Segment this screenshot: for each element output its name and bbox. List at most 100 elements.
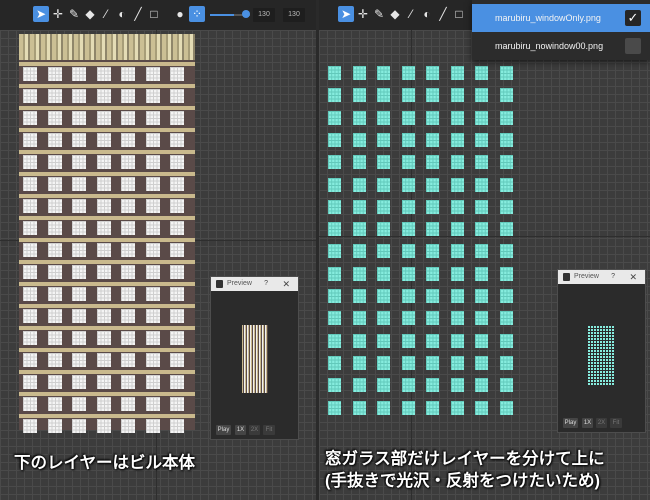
height-field[interactable]: 130 xyxy=(283,8,305,22)
building-window xyxy=(145,111,160,125)
glass-window xyxy=(450,155,464,170)
building-window xyxy=(72,287,86,301)
glass-window xyxy=(426,177,439,192)
glass-window xyxy=(377,244,390,259)
help-icon[interactable]: ? xyxy=(264,277,268,291)
help-icon[interactable]: ? xyxy=(611,270,615,284)
fill-icon[interactable]: ◐ xyxy=(114,6,130,22)
floor-beam xyxy=(19,216,195,220)
glass-window xyxy=(352,289,366,303)
fit-button[interactable]: Fit xyxy=(610,418,622,428)
move-icon[interactable]: ✛ xyxy=(355,6,371,22)
glass-window xyxy=(352,155,366,170)
building-window xyxy=(72,397,86,411)
floor-beam xyxy=(19,62,195,66)
building-window xyxy=(170,397,184,411)
line-icon[interactable]: ╱ xyxy=(130,6,146,22)
dither-icon[interactable]: ⁘ xyxy=(189,6,205,22)
line-icon[interactable]: ╱ xyxy=(435,6,451,22)
file-item-window-only[interactable]: marubiru_windowOnly.png ✓ xyxy=(472,4,650,32)
preview-titlebar[interactable]: Preview ? ✕ xyxy=(558,270,645,284)
building-window xyxy=(72,331,86,345)
file-name: marubiru_windowOnly.png xyxy=(495,13,601,23)
caption-right-line2: (手抜きで光沢・反射をつけたいため) xyxy=(325,472,600,490)
building-sprite xyxy=(19,34,195,433)
building-window xyxy=(72,243,86,257)
building-window xyxy=(72,199,86,213)
preview-titlebar[interactable]: Preview ? ✕ xyxy=(211,277,298,291)
pointer-icon[interactable]: ➤ xyxy=(338,6,354,22)
scale-2x-button[interactable]: 2X xyxy=(249,425,260,435)
zoom-slider-knob[interactable] xyxy=(242,10,250,18)
glass-window xyxy=(401,266,415,281)
circle-icon[interactable]: ● xyxy=(172,6,188,22)
glass-window xyxy=(426,355,439,370)
building-window xyxy=(145,243,160,257)
scale-1x-button[interactable]: 1X xyxy=(582,418,593,428)
play-button[interactable]: Play xyxy=(216,425,231,435)
building-window xyxy=(121,309,135,323)
glass-window xyxy=(377,355,390,370)
building-window xyxy=(47,133,62,147)
width-field[interactable]: 130 xyxy=(253,8,275,22)
floor-beam xyxy=(19,260,195,264)
eraser-icon[interactable]: ◆ xyxy=(82,6,98,22)
eraser-icon[interactable]: ◆ xyxy=(387,6,403,22)
building-window xyxy=(170,331,184,345)
floor-beam xyxy=(19,414,195,418)
checkmark-icon[interactable]: ✓ xyxy=(625,10,641,26)
glass-window xyxy=(352,199,366,214)
eyedropper-icon[interactable]: ⁄ xyxy=(403,6,419,22)
eyedropper-icon[interactable]: ⁄ xyxy=(98,6,114,22)
pencil-icon[interactable]: ✎ xyxy=(66,6,82,22)
floor-beam xyxy=(19,172,195,176)
glass-window xyxy=(401,155,415,170)
building-window xyxy=(23,89,37,103)
building-window xyxy=(170,309,184,323)
building-window xyxy=(23,177,37,191)
caption-left: 下のレイヤーはビル本体 xyxy=(14,454,196,472)
glass-window xyxy=(401,355,415,370)
toolbar-left: ➤ ✛ ✎ ◆ ⁄ ◐ ╱ □ ● ⁘ 130 130 xyxy=(0,0,316,30)
close-icon[interactable]: ✕ xyxy=(629,270,637,284)
rect-icon[interactable]: □ xyxy=(146,6,162,22)
building-window xyxy=(145,287,160,301)
pointer-icon[interactable]: ➤ xyxy=(33,6,49,22)
fit-button[interactable]: Fit xyxy=(263,425,275,435)
building-window xyxy=(145,177,160,191)
close-icon[interactable]: ✕ xyxy=(282,277,290,291)
play-button[interactable]: Play xyxy=(563,418,578,428)
building-window xyxy=(145,265,160,279)
fill-icon[interactable]: ◐ xyxy=(419,6,435,22)
file-item-no-window[interactable]: marubiru_nowindow00.png xyxy=(472,32,650,60)
checkbox-icon[interactable] xyxy=(625,38,641,54)
glass-window xyxy=(499,244,513,259)
glass-window xyxy=(401,244,415,259)
glass-window xyxy=(377,132,390,147)
rect-icon[interactable]: □ xyxy=(451,6,467,22)
building-window xyxy=(121,397,135,411)
glass-window xyxy=(328,378,341,393)
building-window xyxy=(121,199,135,213)
building-window xyxy=(47,309,62,323)
zoom-slider[interactable] xyxy=(210,10,250,18)
glass-window xyxy=(401,289,415,303)
glass-window xyxy=(450,289,464,303)
glass-window xyxy=(499,110,513,125)
pencil-icon[interactable]: ✎ xyxy=(371,6,387,22)
floor-beam xyxy=(19,392,195,396)
glass-window xyxy=(401,88,415,103)
move-icon[interactable]: ✛ xyxy=(50,6,66,22)
glass-window xyxy=(426,110,439,125)
building-window xyxy=(47,155,62,169)
building-window xyxy=(121,67,135,81)
glass-window xyxy=(377,333,390,348)
scale-2x-button[interactable]: 2X xyxy=(596,418,607,428)
building-window xyxy=(47,287,62,301)
glass-window xyxy=(450,177,464,192)
preview-title: Preview xyxy=(574,273,599,280)
glass-window xyxy=(328,66,341,80)
scale-1x-button[interactable]: 1X xyxy=(235,425,246,435)
building-window xyxy=(23,309,37,323)
glass-window xyxy=(450,400,464,415)
